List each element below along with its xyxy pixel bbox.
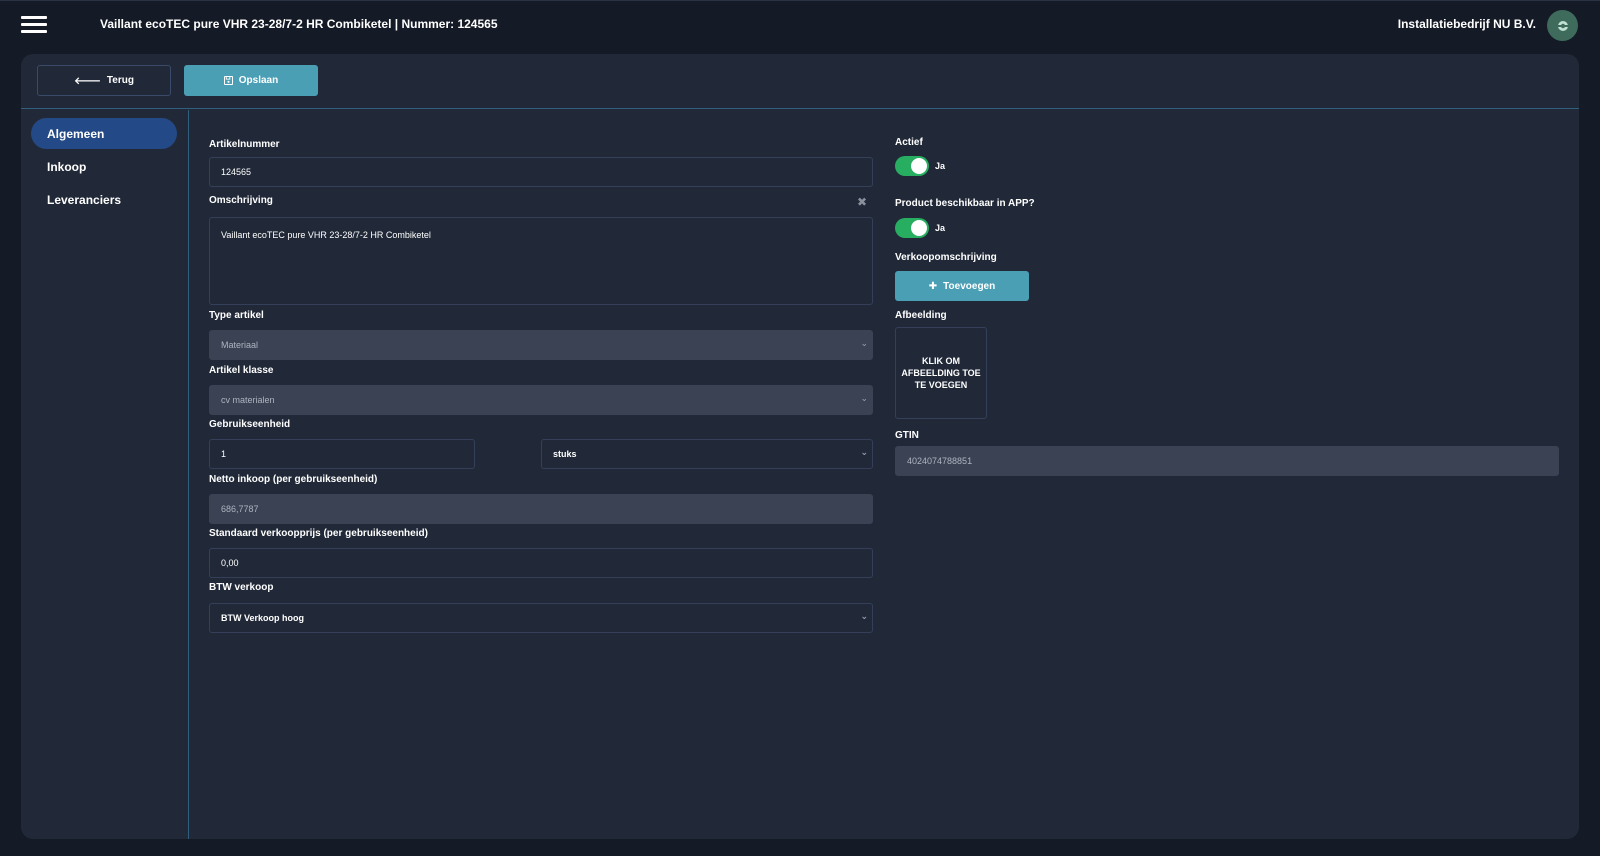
sidebar-item-algemeen[interactable]: Algemeen	[31, 118, 177, 149]
type-artikel-select[interactable]: Materiaal	[209, 330, 873, 360]
save-button-label: Opslaan	[238, 75, 279, 86]
sidebar: Algemeen Inkoop Leveranciers	[21, 110, 189, 839]
add-verkoopomschrijving-button[interactable]: ✚ Toevoegen	[895, 271, 1029, 301]
gtin-label: GTIN	[895, 430, 919, 441]
save-button[interactable]: Opslaan	[184, 65, 318, 96]
back-button-label: Terug	[106, 75, 134, 86]
plus-icon: ✚	[928, 280, 938, 292]
app-toggle[interactable]	[895, 218, 929, 238]
btw-verkoop-label: BTW verkoop	[209, 582, 274, 593]
arrow-left-icon: 🡐	[74, 75, 101, 87]
btw-verkoop-select[interactable]: BTW Verkoop hoog	[209, 603, 873, 633]
add-button-label: Toevoegen	[943, 280, 996, 292]
image-upload-box[interactable]: KLIK OM AFBEELDING TOE TE VOEGEN	[895, 327, 987, 419]
company-name: Installatiebedrijf NU B.V.	[1397, 17, 1536, 31]
verkoopprijs-input[interactable]: 0,00	[209, 548, 873, 578]
hamburger-menu-icon[interactable]	[21, 15, 47, 35]
toolbar: 🡐 Terug Opslaan	[21, 54, 1579, 109]
user-avatar-icon[interactable]	[1547, 10, 1578, 41]
gebruikseenheid-label: Gebruikseenheid	[209, 419, 291, 430]
clear-icon[interactable]: ✖	[857, 195, 867, 209]
page-title: Vaillant ecoTEC pure VHR 23-28/7-2 HR Co…	[100, 17, 498, 31]
sidebar-item-inkoop[interactable]: Inkoop	[31, 151, 177, 182]
netto-inkoop-label: Netto inkoop (per gebruikseenheid)	[209, 474, 378, 485]
artikelnummer-label: Artikelnummer	[209, 139, 280, 150]
omschrijving-label: Omschrijving	[209, 195, 273, 206]
netto-inkoop-input[interactable]: 686,7787	[209, 494, 873, 524]
gebruikseenheid-unit-select[interactable]: stuks	[541, 439, 873, 469]
afbeelding-label: Afbeelding	[895, 310, 947, 321]
verkoopprijs-label: Standaard verkoopprijs (per gebruikseenh…	[209, 528, 428, 539]
omschrijving-textarea[interactable]: Vaillant ecoTEC pure VHR 23-28/7-2 HR Co…	[209, 217, 873, 305]
sidebar-item-leveranciers[interactable]: Leveranciers	[31, 184, 177, 215]
artikel-klasse-label: Artikel klasse	[209, 365, 274, 376]
actief-label: Actief	[895, 137, 923, 148]
back-button[interactable]: 🡐 Terug	[37, 65, 171, 96]
type-artikel-label: Type artikel	[209, 310, 264, 321]
actief-toggle[interactable]	[895, 156, 929, 176]
floppy-disk-icon	[223, 76, 233, 85]
actief-toggle-text: Ja	[935, 161, 946, 171]
artikel-klasse-select[interactable]: cv materialen	[209, 385, 873, 415]
app-toggle-text: Ja	[935, 223, 946, 233]
app-label: Product beschikbaar in APP?	[895, 198, 1035, 209]
artikelnummer-input[interactable]: 124565	[209, 157, 873, 187]
verkoopomschrijving-label: Verkoopomschrijving	[895, 252, 997, 263]
gtin-input[interactable]: 4024074788851	[895, 446, 1559, 476]
gebruikseenheid-amount-input[interactable]: 1	[209, 439, 475, 469]
top-bar: Vaillant ecoTEC pure VHR 23-28/7-2 HR Co…	[0, 0, 1600, 48]
